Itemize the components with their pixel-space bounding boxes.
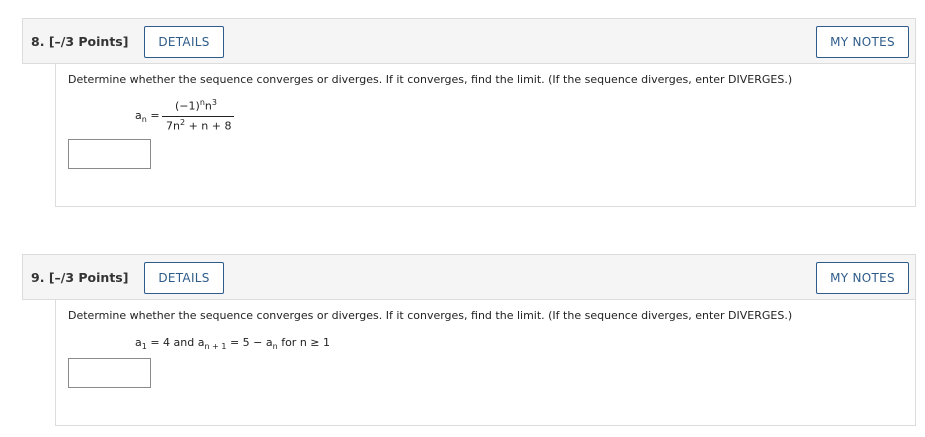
question-9-header: 9. [–/3 Points] DETAILS MY NOTES [22, 254, 916, 300]
details-button[interactable]: DETAILS [144, 26, 224, 58]
question-number: 9. [–/3 Points] [31, 270, 129, 285]
recurrence-formula: a1 = 4 and an + 1 = 5 − an for n ≥ 1 [135, 336, 331, 352]
my-notes-button[interactable]: MY NOTES [816, 262, 909, 294]
question-prompt: Determine whether the sequence converges… [68, 73, 793, 86]
details-button[interactable]: DETAILS [144, 262, 224, 294]
question-9-body: Determine whether the sequence converges… [55, 300, 916, 426]
fraction-numerator: (−1)nn3 [175, 98, 217, 113]
question-8-header: 8. [–/3 Points] DETAILS MY NOTES [22, 18, 916, 64]
answer-input[interactable] [68, 358, 151, 388]
question-prompt: Determine whether the sequence converges… [68, 309, 793, 322]
answer-input[interactable] [68, 139, 151, 169]
question-number: 8. [–/3 Points] [31, 34, 129, 49]
fraction-denominator: 7n2 + n + 8 [166, 118, 232, 133]
question-8-body: Determine whether the sequence converges… [55, 64, 916, 207]
my-notes-button[interactable]: MY NOTES [816, 26, 909, 58]
fraction-bar [162, 116, 234, 117]
sequence-lhs: an = [135, 109, 160, 125]
